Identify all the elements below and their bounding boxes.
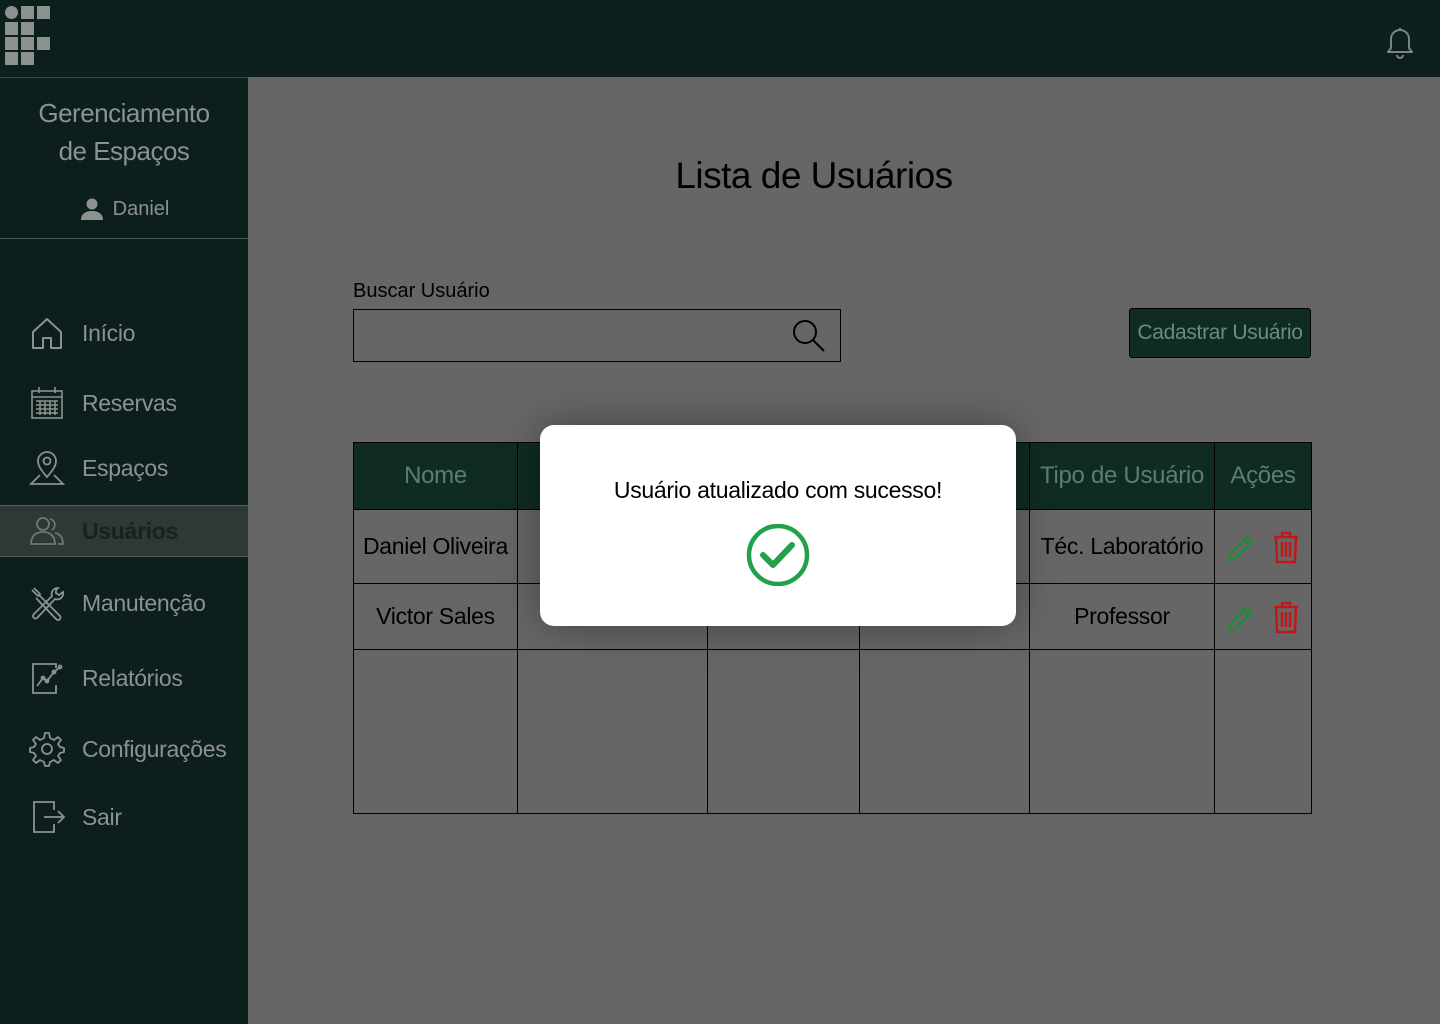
search-icon[interactable]: [791, 318, 827, 354]
app-title: Gerenciamento de Espaços: [0, 94, 248, 170]
sidebar-divider: [0, 238, 248, 239]
sidebar-item-sair[interactable]: Sair: [0, 791, 248, 843]
success-dialog[interactable]: Usuário atualizado com sucesso!: [540, 425, 1016, 626]
table-cell-type: Professor: [1030, 583, 1215, 649]
search-input[interactable]: [354, 310, 774, 361]
column-header-acoes: Ações: [1215, 443, 1311, 509]
search-box: [353, 309, 841, 362]
table-cell-type: Téc. Laboratório: [1030, 509, 1215, 583]
column-header-tipo[interactable]: Tipo de Usuário: [1030, 443, 1215, 509]
sidebar-item-label: Início: [82, 319, 136, 346]
app-title-line1: Gerenciamento: [38, 98, 210, 128]
search-label: Buscar Usuário: [353, 280, 490, 302]
sidebar-item-espacos[interactable]: Espaços: [0, 442, 248, 494]
home-icon: [27, 313, 67, 353]
table-cell-empty: [354, 649, 518, 813]
top-bar: [0, 0, 1440, 77]
sidebar-item-relatorios[interactable]: Relatórios: [0, 652, 248, 704]
user-name: Daniel: [112, 197, 170, 220]
sidebar-item-usuarios[interactable]: Usuários: [0, 505, 248, 557]
edit-icon[interactable]: [1225, 530, 1255, 564]
tools-icon: [27, 583, 67, 623]
sidebar-item-label: Manutenção: [82, 589, 206, 616]
add-user-button[interactable]: Cadastrar Usuário: [1129, 308, 1311, 358]
sidebar-item-label: Usuários: [82, 517, 179, 544]
table-cell-empty: [1030, 649, 1215, 813]
sidebar-item-label: Espaços: [82, 454, 169, 481]
sidebar-item-label: Relatórios: [82, 664, 183, 691]
sidebar: Gerenciamento de Espaços Daniel Início R…: [0, 77, 248, 1024]
sidebar-item-reservas[interactable]: Reservas: [0, 377, 248, 429]
edit-icon[interactable]: [1225, 600, 1255, 634]
sidebar-item-inicio[interactable]: Início: [0, 307, 248, 359]
sidebar-item-label: Configurações: [82, 735, 227, 762]
users-icon: [27, 511, 67, 551]
institution-logo: [5, 6, 50, 65]
sidebar-item-label: Reservas: [82, 389, 177, 416]
page-title: Lista de Usuários: [675, 155, 953, 196]
sidebar-item-configuracoes[interactable]: Configurações: [0, 723, 248, 775]
check-circle-icon: [746, 524, 810, 586]
delete-icon[interactable]: [1271, 600, 1301, 634]
current-user: Daniel: [0, 196, 248, 222]
table-cell-empty: [708, 649, 860, 813]
app-title-line2: de Espaços: [58, 136, 190, 166]
row-actions: [1215, 583, 1311, 649]
sidebar-item-label: Sair: [82, 803, 122, 830]
bell-icon[interactable]: [1380, 22, 1420, 62]
delete-icon[interactable]: [1271, 530, 1301, 564]
calendar-icon: [27, 383, 67, 423]
logout-icon: [27, 797, 67, 837]
row-actions: [1215, 509, 1311, 583]
sidebar-item-manutencao[interactable]: Manutenção: [0, 577, 248, 629]
table-cell-name: Victor Sales: [354, 583, 518, 649]
success-message: Usuário atualizado com sucesso!: [613, 477, 943, 503]
table-cell-empty: [860, 649, 1030, 813]
table-cell-name: Daniel Oliveira: [354, 509, 518, 583]
user-icon: [80, 198, 103, 220]
location-pin-icon: [27, 448, 67, 488]
table-cell-empty: [1215, 649, 1311, 813]
table-cell-empty: [518, 649, 708, 813]
column-header-nome[interactable]: Nome: [354, 443, 518, 509]
gear-icon: [27, 729, 67, 769]
report-chart-icon: [27, 658, 67, 698]
